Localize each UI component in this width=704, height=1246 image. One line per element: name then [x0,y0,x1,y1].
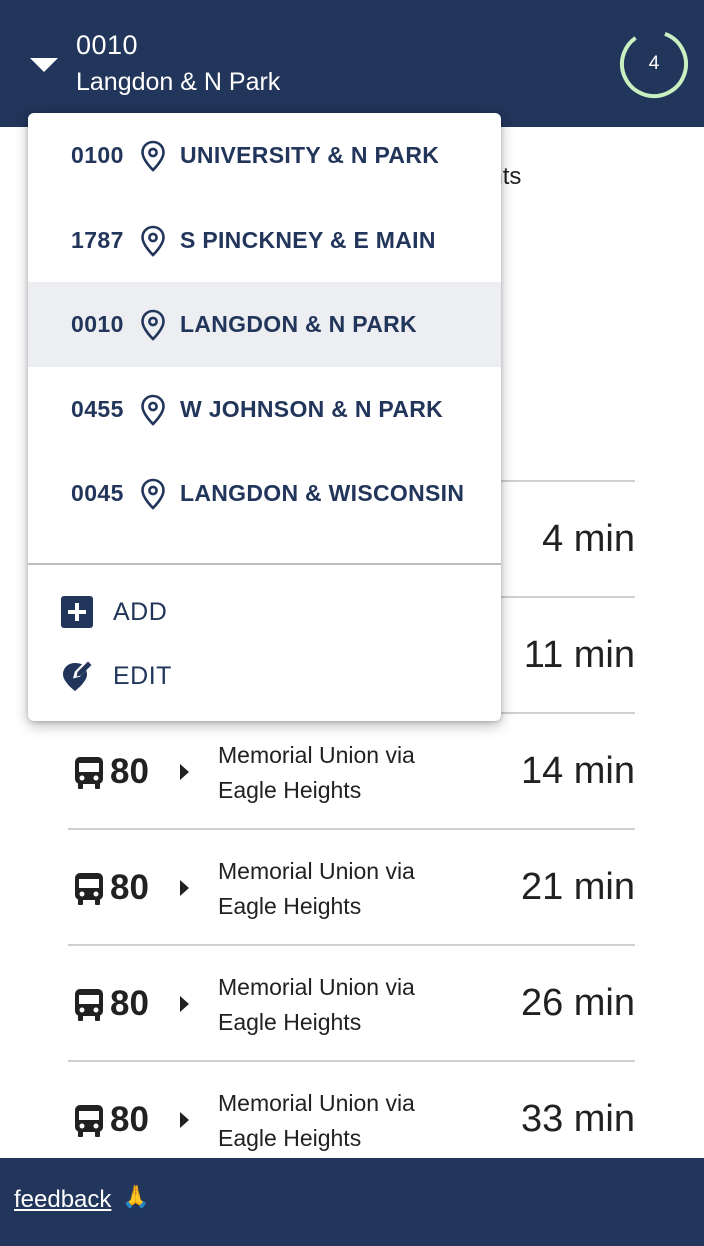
expand-arrow-icon[interactable] [180,996,189,1012]
bus-icon [75,1105,103,1137]
app-footer: feedback 🙏 [0,1158,704,1246]
edit-stops-button[interactable]: EDIT [28,648,501,704]
menu-divider [28,563,501,565]
refresh-countdown[interactable]: 4 [618,28,690,100]
route-number: 80 [110,868,149,907]
bus-icon [75,873,103,905]
destination-text: Memorial Union via Eagle Heights [218,858,415,919]
current-stop-name[interactable]: Langdon & N Park [76,68,280,97]
stop-option-code: 0100 [71,142,124,168]
eta-text: 33 min [520,1098,635,1140]
location-pin-icon [141,225,165,257]
app-header: 0010 Langdon & N Park 4 [0,0,704,127]
stop-option-code: 0045 [71,480,124,506]
expand-arrow-icon[interactable] [180,880,189,896]
arrival-row[interactable]: 80 Memorial Union via Eagle Heights 21 min [68,828,635,944]
stop-option[interactable]: 0010 LANGDON & N PARK [28,282,501,367]
stop-option-code: 0455 [71,395,124,422]
stop-option-name: LANGDON & WISCONSIN [180,480,465,506]
edit-location-icon [63,661,92,691]
route-number: 80 [110,984,149,1023]
stop-option-name: LANGDON & N PARK [180,311,417,337]
expand-arrow-icon[interactable] [180,764,189,780]
destination-text: Memorial Union via Eagle Heights [218,742,415,803]
arrival-row[interactable]: 80 Memorial Union via Eagle Heights 33 min [68,1060,635,1158]
location-pin-icon [141,478,165,510]
current-stop-code[interactable]: 0010 [76,30,138,61]
eta-text: 11 min [523,634,635,676]
refresh-count: 4 [648,53,660,74]
edit-label: EDIT [113,662,172,690]
arrival-row[interactable]: 80 Memorial Union via Eagle Heights 14 min [68,712,635,828]
stop-option[interactable]: 0045 LANGDON & WISCONSIN [28,451,501,536]
stop-list: 0100 UNIVERSITY & N PARK 1787 S PINCKNEY & … [28,113,501,536]
add-stop-button[interactable]: ADD [28,584,501,640]
destination-text: Memorial Union via Eagle Heights [218,1090,415,1151]
location-pin-icon [141,140,165,172]
feedback-link[interactable]: feedback [14,1186,111,1214]
add-label: ADD [113,598,168,626]
route-number: 80 [110,1100,149,1139]
location-pin-icon [141,309,165,341]
bus-icon [75,757,103,789]
expand-arrow-icon[interactable] [180,1112,189,1128]
eta-text: 14 min [520,750,635,792]
stop-option-code: 1787 [71,226,124,253]
route-number: 80 [110,752,149,791]
location-pin-icon [141,394,165,426]
stop-option-code: 0010 [71,311,124,337]
eta-text: 26 min [520,982,635,1024]
stop-dropdown-menu: 0100 UNIVERSITY & N PARK 1787 S PINCKNEY & … [28,113,501,721]
eta-text: 21 min [520,866,635,908]
add-box-icon [61,596,93,628]
bus-icon [75,989,103,1021]
stop-option-name: UNIVERSITY & N PARK [180,142,440,168]
eta-text: 4 min [542,518,635,560]
destination-text: Memorial Union via Eagle Heights [218,974,415,1035]
stop-option[interactable]: 0455 W JOHNSON & N PARK [28,367,501,452]
arrival-row[interactable]: 80 Memorial Union via Eagle Heights 26 min [68,944,635,1060]
stop-option-name: W JOHNSON & N PARK [180,395,444,422]
stop-option[interactable]: 1787 S PINCKNEY & E MAIN [28,198,501,283]
stop-dropdown-caret-icon[interactable] [30,58,58,72]
stop-option-name: S PINCKNEY & E MAIN [180,226,436,253]
stop-option[interactable]: 0100 UNIVERSITY & N PARK [28,113,501,198]
pray-emoji-icon: 🙏 [122,1184,150,1209]
